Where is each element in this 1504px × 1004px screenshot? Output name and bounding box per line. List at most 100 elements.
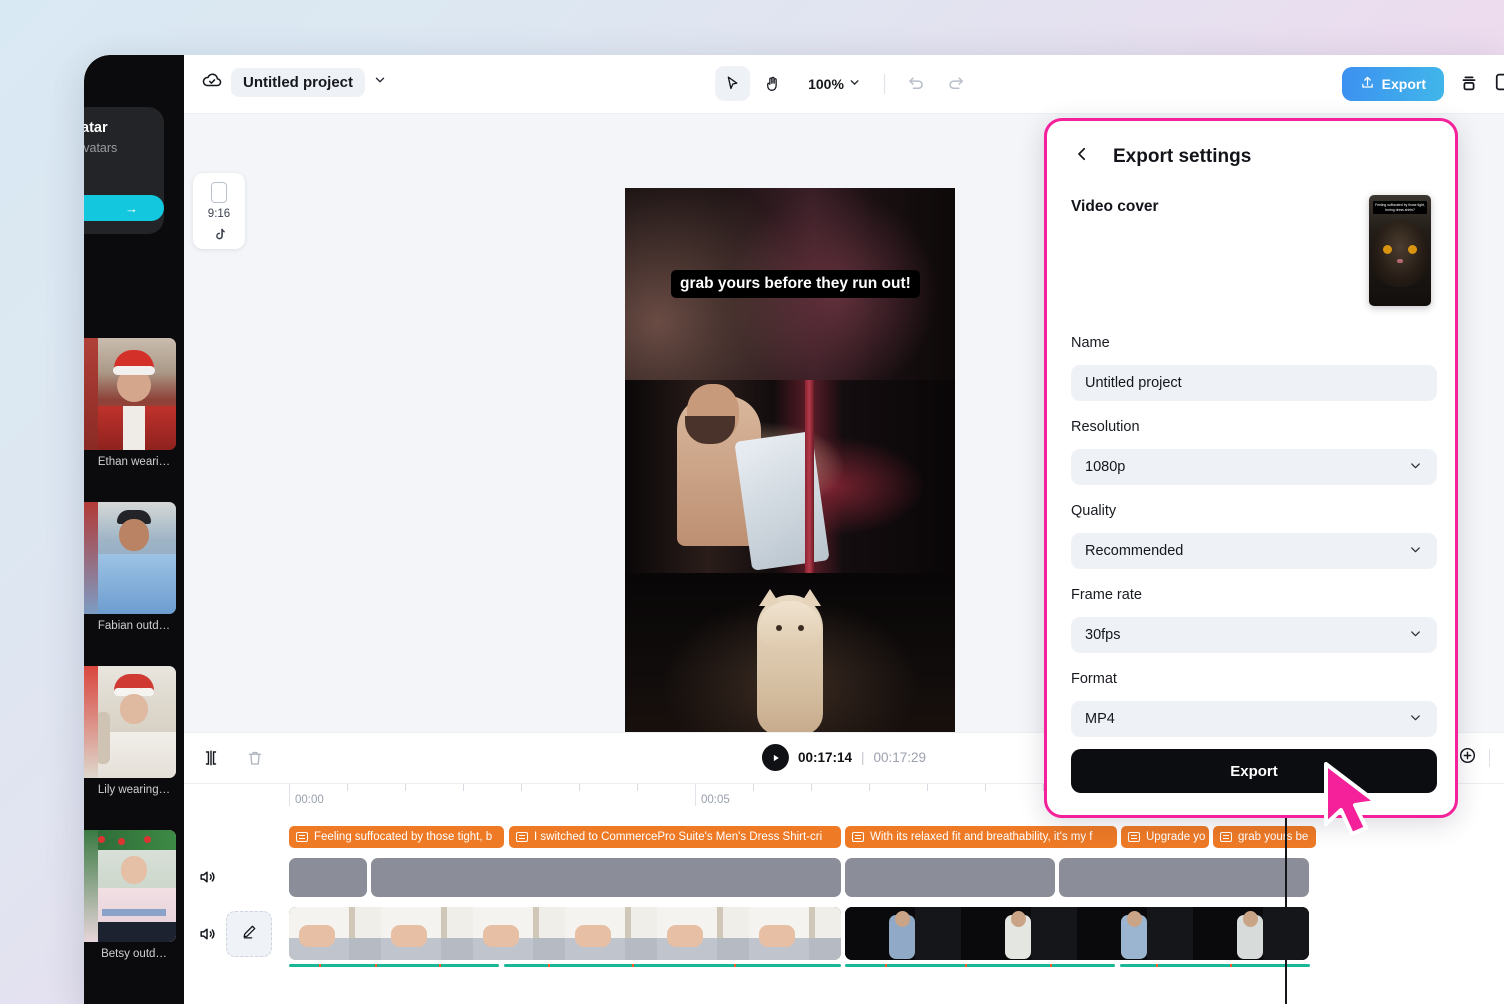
cat-illustration <box>757 589 823 735</box>
hand-tool-button[interactable] <box>754 66 789 101</box>
redo-button[interactable] <box>938 66 973 101</box>
promo-card[interactable]: n avatar tom avatars → <box>84 107 164 234</box>
zoom-level-label: 100% <box>808 75 844 92</box>
speaker-icon[interactable] <box>197 867 219 889</box>
text-clip-label: Feeling suffocated by those tight, b <box>314 831 493 843</box>
total-time: 00:17:29 <box>873 750 927 765</box>
time-separator: | <box>860 750 865 765</box>
quality-label: Quality <box>1071 503 1117 519</box>
resolution-select[interactable]: 1080p <box>1071 449 1437 485</box>
format-value: MP4 <box>1085 711 1115 727</box>
video-clip[interactable] <box>289 907 841 960</box>
avatar-label: Lily wearing… <box>97 784 171 796</box>
audio-clip[interactable] <box>845 858 1055 897</box>
video-cover-thumbnail[interactable]: Feeling suffocated by those tight, borin… <box>1369 195 1431 306</box>
text-clip[interactable]: grab yours be <box>1213 826 1316 848</box>
avatar-label: Betsy outd… <box>101 948 167 960</box>
sidebar-avatar-item[interactable]: Fabian outd… <box>84 502 176 632</box>
text-clip[interactable]: Upgrade yo <box>1121 826 1209 848</box>
avatar-thumbnail <box>92 666 176 778</box>
project-group: Untitled project <box>201 68 387 97</box>
project-name[interactable]: Untitled project <box>231 68 366 97</box>
chevron-down-icon[interactable] <box>373 73 387 92</box>
speaker-icon[interactable] <box>197 924 219 946</box>
promo-subtitle: tom avatars <box>84 141 118 155</box>
text-track[interactable]: Feeling suffocated by those tight, b I s… <box>184 826 1504 848</box>
playback-controls: 00:17:14 | 00:17:29 <box>761 744 927 771</box>
left-sidebar: n avatar tom avatars → Ethan weari… <box>84 55 184 1004</box>
framerate-select[interactable]: 30fps <box>1071 617 1437 653</box>
preview-segment-top: grab yours before they run out! <box>625 188 955 380</box>
avatar-thumbnail <box>92 502 176 614</box>
panel-right-icon[interactable] <box>1494 71 1504 98</box>
export-panel-title: Export settings <box>1113 145 1252 167</box>
edit-clip-button[interactable] <box>226 911 272 957</box>
undo-button[interactable] <box>899 66 934 101</box>
video-preview[interactable]: grab yours before they run out! <box>625 188 955 758</box>
current-time: 00:17:14 <box>797 750 852 765</box>
avatar-thumbnail <box>92 338 176 450</box>
quality-value: Recommended <box>1085 543 1184 559</box>
select-tool-button[interactable] <box>715 66 751 101</box>
audio-clip[interactable] <box>371 858 841 897</box>
text-clip-label: With its relaxed fit and breathability, … <box>870 831 1093 843</box>
promo-title: n avatar <box>84 120 108 136</box>
sidebar-avatar-item[interactable]: Lily wearing… <box>84 666 176 796</box>
export-settings-panel: Export settings Video cover Feeling suff… <box>1044 118 1458 818</box>
chevron-down-icon <box>1408 458 1423 477</box>
playhead[interactable] <box>1285 812 1287 1004</box>
preview-segment-bottom <box>625 573 955 758</box>
resolution-label: Resolution <box>1071 419 1140 435</box>
export-button-label: Export <box>1381 76 1426 92</box>
aspect-ratio-card[interactable]: 9:16 <box>193 173 245 249</box>
zoom-in-icon[interactable] <box>1458 746 1477 770</box>
text-clip-label: grab yours be <box>1238 831 1309 843</box>
trash-icon[interactable] <box>238 741 272 775</box>
tiktok-icon <box>212 227 227 247</box>
text-clip-label: Upgrade yo <box>1146 831 1206 843</box>
timeline-right-tools <box>1458 746 1500 770</box>
arrow-right-icon: → <box>125 200 138 216</box>
center-tools: 100% <box>715 66 973 101</box>
zoom-level-control[interactable]: 100% <box>799 70 870 98</box>
caption-icon <box>1128 832 1140 842</box>
audio-clip[interactable] <box>1059 858 1309 897</box>
ruler-label: 00:05 <box>701 794 730 806</box>
name-input[interactable]: Untitled project <box>1071 365 1437 401</box>
video-cover-label: Video cover <box>1071 198 1159 215</box>
framerate-value: 30fps <box>1085 627 1121 643</box>
text-clip[interactable]: I switched to CommercePro Suite's Men's … <box>509 826 841 848</box>
play-button[interactable] <box>761 744 789 771</box>
avatar-label: Fabian outd… <box>97 620 171 632</box>
avatar-label: Ethan weari… <box>97 456 171 468</box>
text-clip-label: I switched to CommercePro Suite's Men's … <box>534 831 823 843</box>
text-clip[interactable]: With its relaxed fit and breathability, … <box>845 826 1117 848</box>
chevron-down-icon <box>1408 626 1423 645</box>
pencil-icon <box>241 923 258 945</box>
text-clip[interactable]: Feeling suffocated by those tight, b <box>289 826 504 848</box>
export-confirm-button[interactable]: Export <box>1071 749 1437 793</box>
audio-track[interactable] <box>184 858 1504 897</box>
format-select[interactable]: MP4 <box>1071 701 1437 737</box>
framerate-label: Frame rate <box>1071 587 1142 603</box>
sidebar-avatar-item[interactable]: Ethan weari… <box>84 338 176 468</box>
video-clip[interactable] <box>845 907 1309 960</box>
split-icon[interactable] <box>194 741 228 775</box>
resolution-value: 1080p <box>1085 459 1126 475</box>
preview-caption: grab yours before they run out! <box>671 270 920 298</box>
layers-icon[interactable] <box>1458 71 1480 98</box>
sidebar-avatar-item[interactable]: Betsy outd… <box>84 830 176 960</box>
promo-cta-button[interactable]: → <box>84 195 164 221</box>
quality-select[interactable]: Recommended <box>1071 533 1437 569</box>
audio-clip[interactable] <box>289 858 367 897</box>
cat-head <box>759 601 821 653</box>
caption-icon <box>1220 832 1232 842</box>
top-toolbar: Untitled project 100% Export <box>184 55 1504 114</box>
timeline-left-tools <box>194 741 272 775</box>
export-button[interactable]: Export <box>1341 67 1444 101</box>
chevron-left-icon[interactable] <box>1073 145 1091 168</box>
cover-cat-image <box>1371 221 1429 287</box>
upload-icon <box>1360 75 1375 93</box>
aspect-ratio-label: 9:16 <box>207 208 231 220</box>
video-track[interactable] <box>184 907 1504 967</box>
